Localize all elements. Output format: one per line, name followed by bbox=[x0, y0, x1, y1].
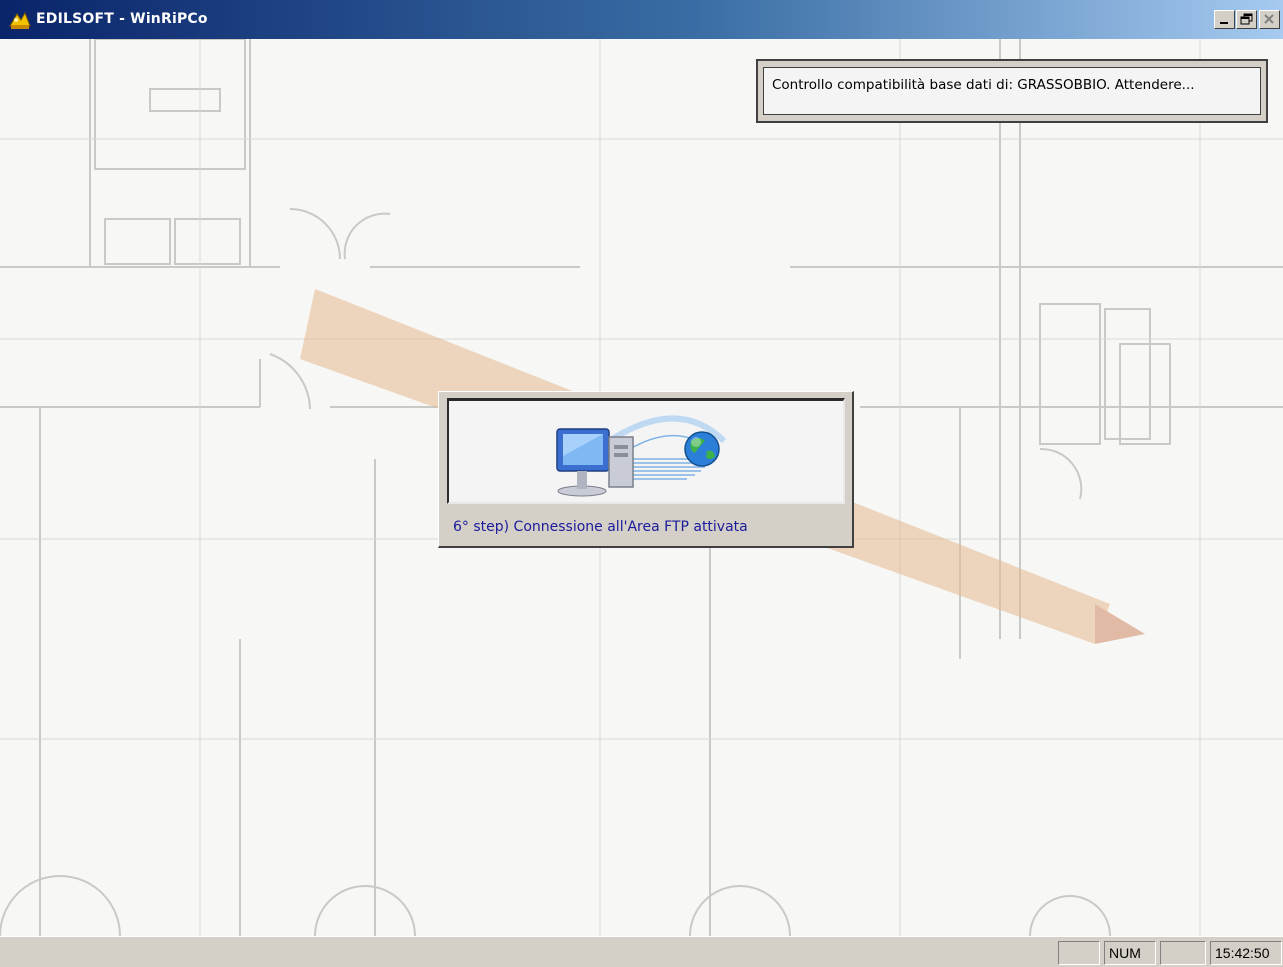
close-icon bbox=[1264, 14, 1274, 24]
status-clock: 15:42:50 bbox=[1210, 941, 1282, 965]
ftp-step-status: 6° step) Connessione all'Area FTP attiva… bbox=[453, 519, 748, 535]
title-bar[interactable]: EDILSOFT - WinRiPCo bbox=[0, 0, 1283, 39]
edilsoft-logo-icon[interactable] bbox=[8, 8, 32, 32]
compatibility-check-toast: Controllo compatibilità base dati di: GR… bbox=[756, 59, 1268, 123]
status-main-text bbox=[2, 941, 1048, 965]
minimize-button[interactable] bbox=[1214, 10, 1235, 29]
close-button[interactable] bbox=[1259, 10, 1280, 29]
maximize-icon bbox=[1240, 13, 1253, 25]
window-title: EDILSOFT - WinRiPCo bbox=[36, 11, 208, 27]
status-num-indicator: NUM bbox=[1104, 941, 1156, 965]
status-pane-caps bbox=[1058, 941, 1100, 965]
progress-illustration-frame bbox=[447, 398, 845, 504]
status-pane-scroll bbox=[1160, 941, 1206, 965]
status-bar: NUM 15:42:50 bbox=[0, 936, 1283, 967]
ftp-progress-dialog: 6° step) Connessione all'Area FTP attiva… bbox=[438, 391, 854, 548]
computer-to-globe-ftp-icon bbox=[556, 415, 727, 497]
minimize-icon bbox=[1220, 22, 1228, 24]
restore-button[interactable] bbox=[1236, 10, 1257, 29]
toast-message: Controllo compatibilità base dati di: GR… bbox=[763, 67, 1261, 115]
